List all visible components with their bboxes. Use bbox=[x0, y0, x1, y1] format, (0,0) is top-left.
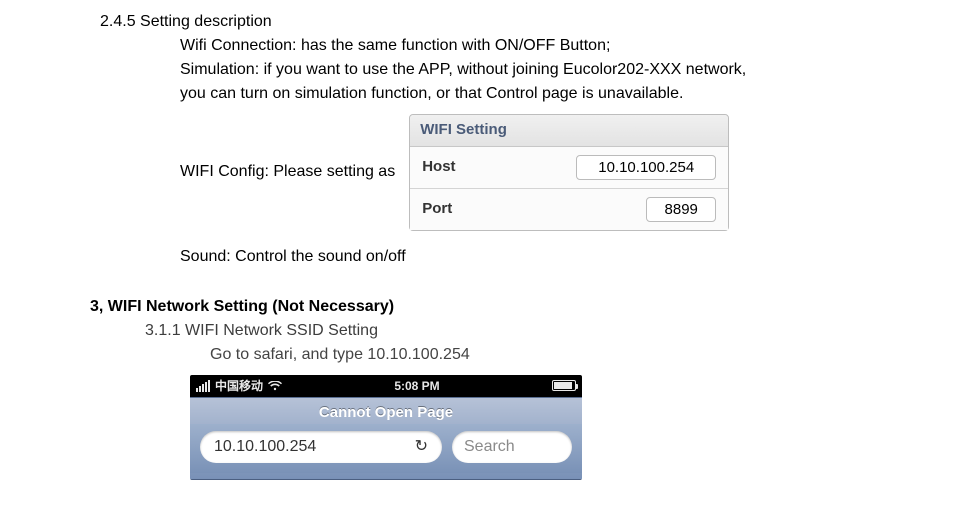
safari-page-title: Cannot Open Page bbox=[190, 402, 582, 425]
section-245-heading: 2.4.5 Setting description bbox=[100, 10, 965, 34]
search-field[interactable]: Search bbox=[452, 431, 572, 463]
reload-icon[interactable]: ↻ bbox=[415, 435, 434, 459]
port-label: Port bbox=[422, 198, 452, 221]
status-bar: 中国移动 5:08 PM bbox=[190, 375, 582, 397]
battery-icon bbox=[552, 380, 576, 391]
simulation-line-1: Simulation: if you want to use the APP, … bbox=[180, 58, 965, 82]
wifi-connection-line: Wifi Connection: has the same function w… bbox=[180, 34, 965, 58]
section-3-heading: 3, WIFI Network Setting (Not Necessary) bbox=[90, 295, 965, 319]
simulation-line-2: you can turn on simulation function, or … bbox=[180, 82, 965, 106]
ios-safari-mockup: 中国移动 5:08 PM Cannot Open Page 10.10.100.… bbox=[190, 375, 582, 481]
wifi-setting-panel: WIFI Setting Host Port bbox=[409, 114, 729, 231]
port-row: Port bbox=[410, 188, 728, 230]
status-time: 5:08 PM bbox=[394, 377, 439, 395]
sound-line: Sound: Control the sound on/off bbox=[180, 245, 965, 269]
wifi-icon bbox=[268, 381, 282, 391]
carrier-label: 中国移动 bbox=[215, 377, 263, 395]
host-input[interactable] bbox=[576, 155, 716, 180]
url-text: 10.10.100.254 bbox=[214, 435, 316, 459]
wifi-config-label: WIFI Config: Please setting as bbox=[180, 160, 395, 184]
url-field[interactable]: 10.10.100.254 ↻ bbox=[200, 431, 442, 463]
safari-toolbar: Cannot Open Page 10.10.100.254 ↻ Search bbox=[190, 397, 582, 481]
host-label: Host bbox=[422, 156, 455, 179]
ssid-setting-line: 3.1.1 WIFI Network SSID Setting bbox=[145, 319, 965, 343]
search-placeholder: Search bbox=[464, 435, 515, 459]
port-input[interactable] bbox=[646, 197, 716, 222]
signal-icon bbox=[196, 380, 210, 392]
host-row: Host bbox=[410, 147, 728, 188]
wifi-panel-title: WIFI Setting bbox=[410, 115, 728, 147]
go-safari-line: Go to safari, and type 10.10.100.254 bbox=[210, 343, 965, 367]
